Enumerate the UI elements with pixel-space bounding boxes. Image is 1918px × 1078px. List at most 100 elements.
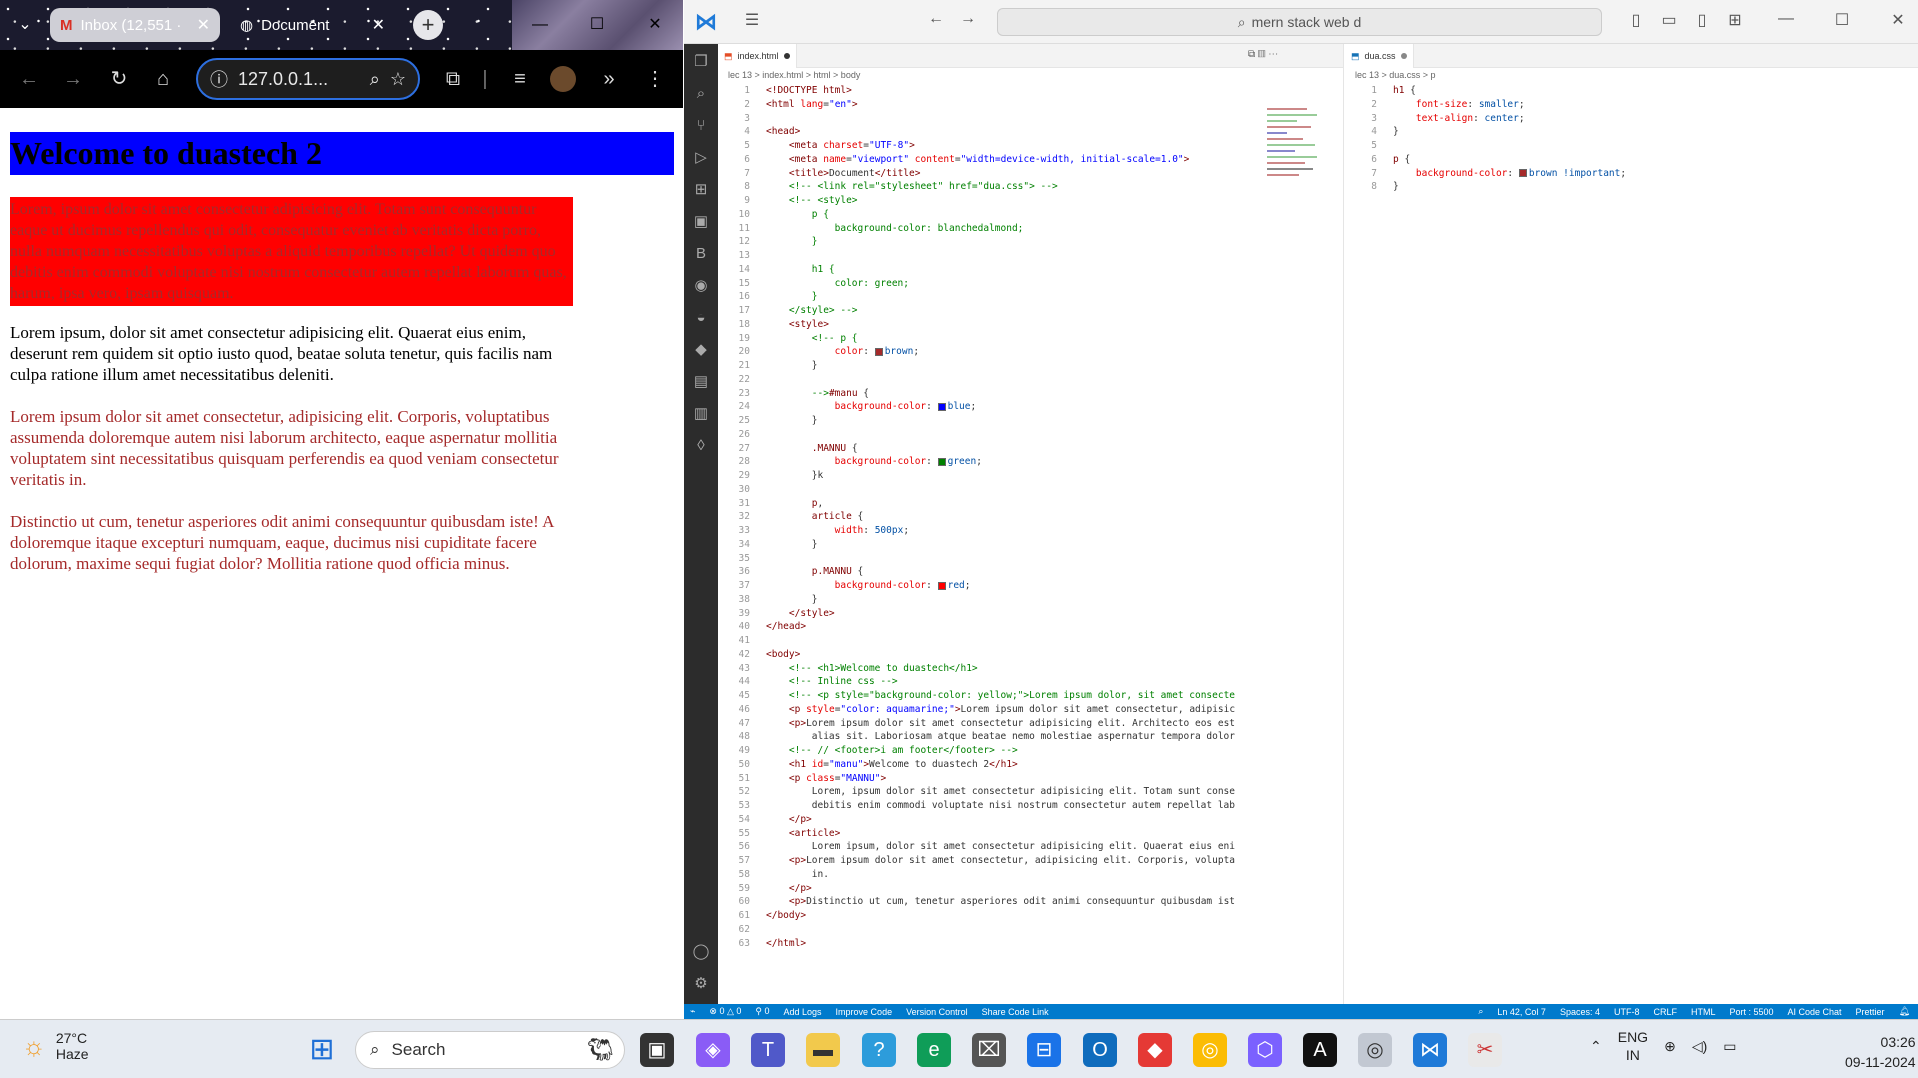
close-icon[interactable]: ✕ bbox=[372, 15, 385, 35]
extensions-icon[interactable]: ⧉ bbox=[438, 64, 468, 94]
tab-dua-css[interactable]: ⬒ dua.css bbox=[1345, 44, 1414, 68]
tab-search-chevron-icon[interactable]: ⌄ bbox=[10, 12, 40, 38]
weather-widget[interactable]: ☼ 27°C Haze bbox=[22, 1030, 89, 1062]
python-icon[interactable]: ◆ bbox=[689, 338, 713, 362]
ports-status[interactable]: ⚲ 0 bbox=[755, 1006, 769, 1017]
blackbox-icon[interactable]: B bbox=[689, 242, 713, 266]
version-control-button[interactable]: Version Control bbox=[906, 1007, 968, 1017]
tab-index-html[interactable]: ⬒ index.html bbox=[718, 44, 797, 68]
toggle-primary-sidebar-icon[interactable]: ▯ bbox=[1624, 10, 1648, 30]
edge-icon[interactable]: e bbox=[917, 1033, 951, 1067]
start-windows-icon[interactable]: ⊞ bbox=[306, 1034, 338, 1066]
source-control-icon[interactable]: ⑂ bbox=[689, 114, 713, 138]
minimize-icon[interactable]: — bbox=[1774, 10, 1798, 28]
remote-icon[interactable]: ⌁ bbox=[690, 1006, 695, 1017]
remote-explorer-icon[interactable]: ▣ bbox=[689, 210, 713, 234]
code-area[interactable]: 1 <!DOCTYPE html> 2 <html lang="en"> 3 4 <h… bbox=[718, 84, 1343, 950]
zoom-icon[interactable]: ⌕ bbox=[1478, 1006, 1483, 1017]
prettier-status[interactable]: Prettier bbox=[1856, 1007, 1885, 1017]
minimap[interactable] bbox=[1263, 68, 1323, 268]
site-info-icon[interactable]: ⓘ bbox=[210, 66, 228, 92]
file-explorer-icon[interactable]: ▬ bbox=[806, 1033, 840, 1067]
chrome-icon[interactable]: ◎ bbox=[1193, 1033, 1227, 1067]
profile-avatar[interactable] bbox=[550, 66, 576, 92]
tab-document[interactable]: ◍ Document ✕ bbox=[230, 8, 395, 42]
home-icon[interactable]: ⌂ bbox=[148, 64, 178, 94]
back-icon[interactable]: ← bbox=[924, 10, 948, 28]
language-indicator[interactable]: ENG IN bbox=[1618, 1028, 1648, 1064]
toggle-secondary-sidebar-icon[interactable]: ▯ bbox=[1690, 10, 1714, 30]
live-server-port[interactable]: Port : 5500 bbox=[1729, 1007, 1773, 1017]
teams-icon[interactable]: T bbox=[751, 1033, 785, 1067]
account-icon[interactable]: ◯ bbox=[689, 940, 713, 964]
adobe-icon[interactable]: A bbox=[1303, 1033, 1337, 1067]
more-extensions-icon[interactable]: » bbox=[594, 64, 624, 94]
improve-code-button[interactable]: Improve Code bbox=[836, 1007, 893, 1017]
share-code-link-button[interactable]: Share Code Link bbox=[982, 1007, 1049, 1017]
docker-icon[interactable]: ◒ bbox=[689, 306, 713, 330]
vscode-icon[interactable]: ⋈ bbox=[1413, 1033, 1447, 1067]
database-icon[interactable]: ▥ bbox=[689, 402, 713, 426]
help-icon[interactable]: ? bbox=[862, 1033, 896, 1067]
toggle-panel-icon[interactable]: ▭ bbox=[1657, 10, 1681, 30]
reload-icon[interactable]: ↻ bbox=[104, 64, 134, 94]
breadcrumb[interactable]: lec 13 > dua.css > p bbox=[1355, 70, 1436, 80]
breadcrumb[interactable]: lec 13 > index.html > html > body bbox=[728, 70, 860, 80]
back-icon[interactable]: ← bbox=[14, 64, 44, 94]
explorer-icon[interactable]: ❐ bbox=[689, 50, 713, 74]
bookmark-star-icon[interactable]: ☆ bbox=[390, 69, 406, 90]
settings-gear-icon[interactable]: ⚙ bbox=[689, 972, 713, 996]
close-icon[interactable]: ✕ bbox=[197, 15, 210, 35]
snipping-tool-icon[interactable]: ✂ bbox=[1468, 1033, 1502, 1067]
command-search-box[interactable]: ⌕ mern stack web d bbox=[997, 8, 1602, 36]
battery-icon[interactable]: ▭ bbox=[1723, 1038, 1736, 1055]
globe-network-icon[interactable]: ⊕ bbox=[1664, 1038, 1676, 1055]
cursor-position[interactable]: Ln 42, Col 7 bbox=[1497, 1007, 1546, 1017]
git-icon[interactable]: ◆ bbox=[1138, 1033, 1172, 1067]
minimize-icon[interactable]: — bbox=[525, 10, 555, 40]
menu-hamburger-icon[interactable]: ☰ bbox=[740, 10, 764, 30]
problems-status[interactable]: ⊗ 0 △ 0 bbox=[709, 1006, 741, 1017]
mongodb-leaf-icon[interactable]: ◊ bbox=[689, 434, 713, 458]
chrome-profile-icon[interactable]: ◎ bbox=[1358, 1033, 1392, 1067]
maximize-icon[interactable]: ☐ bbox=[1830, 10, 1854, 30]
close-window-icon[interactable]: ✕ bbox=[640, 10, 670, 40]
taskbar-search[interactable]: ⌕ Search 🐫︎ bbox=[355, 1031, 625, 1069]
tab-inbox[interactable]: M Inbox (12,551 · ✕ bbox=[50, 8, 220, 42]
clock[interactable]: 03:26 09-11-2024 bbox=[1845, 1032, 1916, 1072]
eol-status[interactable]: CRLF bbox=[1653, 1007, 1677, 1017]
customize-layout-icon[interactable]: ⊞ bbox=[1723, 10, 1747, 30]
app-icon[interactable]: ⬡ bbox=[1248, 1033, 1282, 1067]
run-debug-icon[interactable]: ▷ bbox=[689, 146, 713, 170]
chevron-up-icon[interactable]: ⌃ bbox=[1590, 1038, 1602, 1055]
unsaved-dot-icon[interactable] bbox=[783, 53, 790, 59]
extensions-icon[interactable]: ⊞ bbox=[689, 178, 713, 202]
zoom-icon[interactable]: ⌕ bbox=[370, 69, 380, 90]
split-editor-icon[interactable]: ⧉ ▥ ⋯ bbox=[1248, 49, 1278, 60]
panels-icon[interactable]: ▤ bbox=[689, 370, 713, 394]
indentation-status[interactable]: Spaces: 4 bbox=[1560, 1007, 1600, 1017]
maximize-icon[interactable]: ☐ bbox=[582, 10, 612, 40]
unsaved-dot-icon[interactable] bbox=[1400, 53, 1407, 59]
search-icon[interactable]: ⌕ bbox=[689, 82, 713, 106]
notifications-bell-icon[interactable]: 🔔︎ bbox=[1899, 1006, 1910, 1017]
media-control-icon[interactable]: ≡ bbox=[505, 64, 535, 94]
ai-code-chat-button[interactable]: AI Code Chat bbox=[1788, 1007, 1842, 1017]
store-icon[interactable]: ⊟ bbox=[1027, 1033, 1061, 1067]
forward-icon[interactable]: → bbox=[956, 10, 980, 28]
code-area[interactable]: 1 h1 { 2 font-size: smaller; 3 text-align… bbox=[1345, 84, 1918, 194]
close-window-icon[interactable]: ✕ bbox=[1886, 10, 1910, 30]
usb-drive-icon[interactable]: ⌧ bbox=[972, 1033, 1006, 1067]
new-tab-button[interactable]: + bbox=[413, 10, 443, 40]
menu-kebab-icon[interactable]: ⋮ bbox=[640, 64, 670, 94]
editor-dua-css[interactable]: ⬒ dua.css lec 13 > dua.css > p 1 h1 { 2 f… bbox=[1345, 44, 1918, 1004]
encoding-status[interactable]: UTF-8 bbox=[1614, 1007, 1640, 1017]
copilot-icon[interactable]: ◈ bbox=[696, 1033, 730, 1067]
address-bar[interactable]: ⓘ 127.0.0.1... ⌕ ☆ bbox=[196, 58, 420, 100]
editor-index-html[interactable]: ⬒ index.html ⧉ ▥ ⋯ lec 13 > index.html >… bbox=[718, 44, 1344, 1004]
volume-icon[interactable]: ◁) bbox=[1692, 1038, 1707, 1055]
task-view-icon[interactable]: ▣ bbox=[640, 1033, 674, 1067]
add-logs-button[interactable]: Add Logs bbox=[784, 1007, 822, 1017]
language-mode[interactable]: HTML bbox=[1691, 1007, 1716, 1017]
outlook-icon[interactable]: O bbox=[1083, 1033, 1117, 1067]
